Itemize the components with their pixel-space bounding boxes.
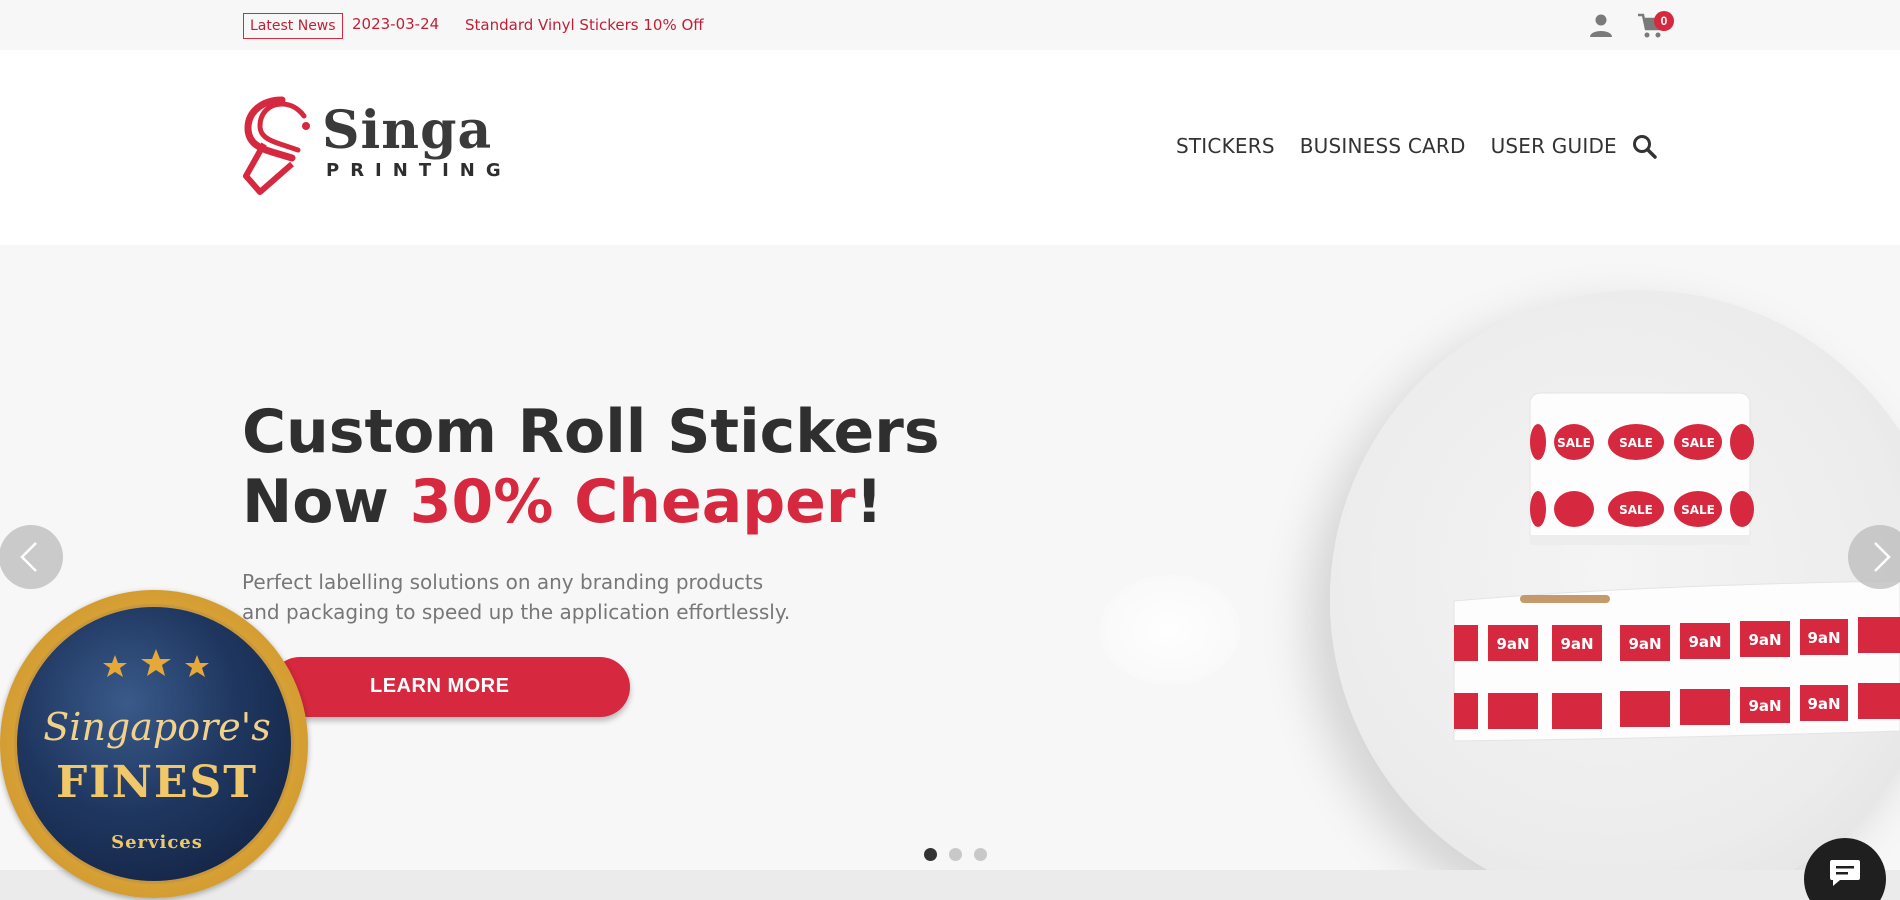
9an-label: 9aN	[1688, 633, 1721, 651]
cart-count-badge: 0	[1654, 11, 1674, 31]
slider-dots	[924, 848, 987, 861]
slider-next-button[interactable]	[1848, 525, 1900, 589]
chevron-right-icon	[1874, 542, 1891, 572]
logo-mark-icon	[243, 96, 310, 195]
learn-more-label: LEARN MORE	[370, 675, 510, 697]
hero-glow	[1100, 575, 1240, 685]
badge-inner: Singapore's FINEST Services	[14, 604, 294, 884]
logo[interactable]: Singa PRINTING	[242, 94, 502, 198]
latest-news-tag: Latest News	[243, 13, 343, 39]
9an-label: 9aN	[1807, 695, 1840, 713]
sale-label: SALE	[1619, 503, 1653, 517]
chat-icon	[1830, 860, 1860, 886]
slider-dot-1[interactable]	[924, 848, 937, 861]
logo-wordmark: Singa	[322, 100, 493, 161]
9an-label: 9aN	[1496, 635, 1529, 653]
section-divider	[0, 870, 1900, 900]
badge-script-text: Singapore's	[43, 705, 271, 749]
9an-label: 9aN	[1748, 631, 1781, 649]
nav-user-guide[interactable]: USER GUIDE	[1491, 134, 1617, 158]
roll-stickers-image: SALE SALE SALE SALE SALE 9aN 9aN 9aN 9aN…	[1453, 392, 1900, 742]
nav-stickers[interactable]: STICKERS	[1176, 134, 1275, 158]
hero-description: Perfect labelling solutions on any brand…	[242, 570, 791, 624]
hero-title-prefix: Now	[242, 467, 410, 537]
logo-subtitle: PRINTING	[326, 160, 512, 181]
slider-dot-3[interactable]	[974, 848, 987, 861]
9an-label: 9aN	[1560, 635, 1593, 653]
user-icon[interactable]	[1589, 12, 1613, 38]
sale-label: SALE	[1619, 436, 1653, 450]
badge-services-text: Services	[111, 832, 203, 853]
learn-more-button[interactable]: LEARN MORE	[270, 657, 630, 717]
news-headline-link[interactable]: Standard Vinyl Stickers 10% Off	[465, 16, 704, 34]
news-date: 2023-03-24	[352, 15, 440, 33]
hero-title-suffix: !	[855, 467, 883, 537]
9an-label: 9aN	[1748, 697, 1781, 715]
hero-title-line1: Custom Roll Stickers	[242, 397, 940, 467]
nav-business-card[interactable]: BUSINESS CARD	[1300, 134, 1466, 158]
chevron-left-icon	[20, 542, 37, 572]
singapores-finest-badge[interactable]: Singapore's FINEST Services	[0, 590, 308, 898]
stars-icon	[103, 649, 209, 677]
sale-label: SALE	[1681, 436, 1715, 450]
site-header: Singa PRINTING STICKERS BUSINESS CARD US…	[0, 50, 1900, 245]
9an-label: 9aN	[1628, 635, 1661, 653]
hero-title-accent: 30% Cheaper	[409, 467, 856, 537]
main-nav: STICKERS BUSINESS CARD USER GUIDE	[1176, 134, 1617, 158]
9an-label: 9aN	[1807, 629, 1840, 647]
sale-label: SALE	[1681, 503, 1715, 517]
hero-title: Custom Roll Stickers Now 30% Cheaper!	[242, 397, 940, 537]
top-bar: Latest News 2023-03-24 Standard Vinyl St…	[0, 0, 1900, 50]
page: Latest News 2023-03-24 Standard Vinyl St…	[0, 0, 1900, 900]
search-icon[interactable]	[1632, 134, 1658, 160]
badge-finest-text: FINEST	[55, 757, 259, 808]
sale-label: SALE	[1557, 436, 1591, 450]
slider-dot-2[interactable]	[949, 848, 962, 861]
slider-prev-button[interactable]	[0, 525, 63, 589]
